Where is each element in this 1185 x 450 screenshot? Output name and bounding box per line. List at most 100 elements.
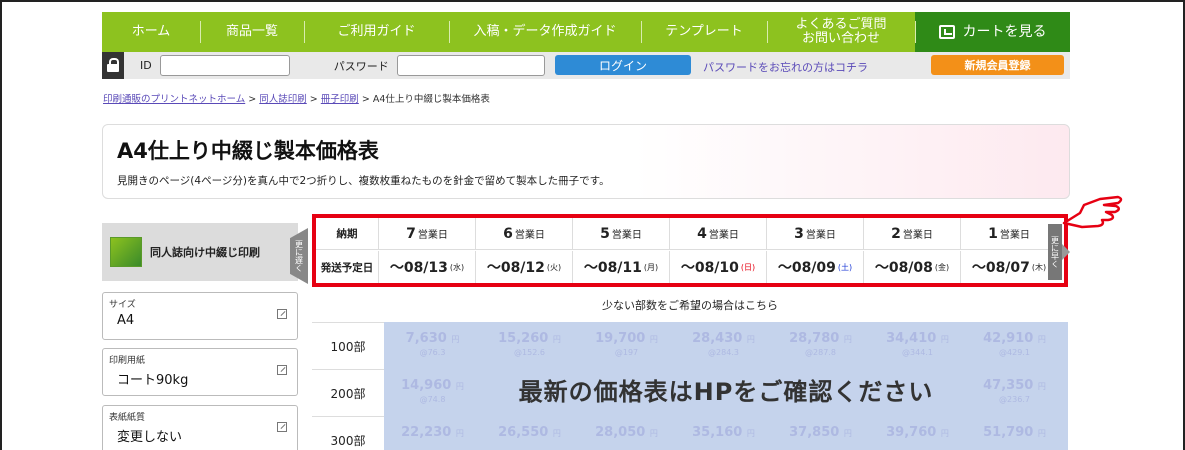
nav-home[interactable]: ホーム [102, 12, 200, 52]
ship-date-cell[interactable]: ～08/13 (水) [378, 251, 475, 283]
title-box: A4仕上り中綴じ製本価格表 見開きのページ(4ページ分)を真ん中で2つ折りし、複… [102, 124, 1070, 199]
login-button[interactable]: ログイン [555, 55, 691, 75]
price-value: 34,410 [886, 331, 937, 346]
ship-date: ～08/09 [777, 260, 836, 276]
password-input[interactable] [396, 55, 545, 76]
small-order-link[interactable]: 少ない部数をご希望の場合はこちら [312, 287, 1068, 322]
price-cell[interactable]: 26,550 円 [481, 416, 578, 450]
ship-weekday: (土) [837, 262, 853, 272]
size-value: A4 [117, 313, 135, 328]
lead-days-unit: 営業日 [611, 230, 642, 241]
price-cell[interactable]: 28,430 円 @284.3 [675, 322, 772, 369]
price-cell[interactable]: 7,630 円 @76.3 [384, 322, 481, 369]
price-cell[interactable]: 39,760 円 [869, 416, 966, 450]
chevron-right-icon[interactable] [1062, 244, 1070, 260]
breadcrumb-booklet[interactable]: 冊子印刷 [321, 94, 359, 105]
price-cell[interactable]: 22,230 円 [384, 416, 481, 450]
price-cell[interactable]: 37,850 円 [772, 416, 869, 450]
sidebar-header: 同人誌向け中綴じ印刷 [102, 223, 298, 281]
pointing-hand-icon [1062, 195, 1123, 229]
booklet-icon [110, 237, 142, 267]
paper-value: コート90kg [117, 373, 189, 388]
ship-date-cell[interactable]: ～08/08 (金) [863, 251, 960, 283]
breadcrumb-sep: > [248, 94, 257, 105]
lead-days-unit: 営業日 [514, 230, 545, 241]
breadcrumb-home[interactable]: 印刷通販のプリントネットホーム [103, 94, 245, 105]
price-cell[interactable]: 42,910 円 @429.1 [966, 322, 1063, 369]
lead-days-cell[interactable]: 4 営業日 [669, 218, 766, 249]
price-cell[interactable]: 28,050 円 [578, 416, 675, 450]
nav-template[interactable]: テンプレート [641, 12, 767, 52]
nav-data-guide[interactable]: 入稿・データ作成ガイド [449, 12, 641, 52]
breadcrumb-sep: > [309, 94, 318, 105]
yen-unit: 円 [552, 335, 561, 344]
lead-days-number: 4 [697, 225, 707, 242]
lead-days-cell[interactable]: 2 営業日 [863, 218, 960, 249]
nav-products[interactable]: 商品一覧 [200, 12, 304, 52]
unit-price: @197 [614, 348, 639, 357]
ship-date: ～08/07 [971, 260, 1030, 276]
price-value: 37,850 [789, 425, 840, 440]
id-input[interactable] [159, 55, 290, 76]
lead-days-cell[interactable]: 3 営業日 [766, 218, 863, 249]
ship-date: ～08/13 [389, 260, 448, 276]
cover-paper-value: 変更しない [117, 430, 183, 445]
nav-faq-contact[interactable]: よくあるご質問 お問い合わせ [767, 12, 915, 52]
cart-button[interactable]: カートを見る [915, 12, 1070, 52]
ship-date-cell[interactable]: ～08/12 (火) [475, 251, 572, 283]
lead-days-cell[interactable]: 1 営業日 [960, 218, 1057, 249]
qty-200: 200部 [312, 369, 384, 416]
size-select[interactable]: サイズ A4 [102, 292, 298, 340]
ship-weekday: (月) [643, 262, 659, 272]
ship-date-cell[interactable]: ～08/10 (日) [669, 251, 766, 283]
lead-days-cell[interactable]: 6 営業日 [475, 218, 572, 249]
nav-guide[interactable]: ご利用ガイド [304, 12, 449, 52]
yen-unit: 円 [940, 335, 949, 344]
breadcrumb-doujin[interactable]: 同人誌印刷 [259, 94, 307, 105]
lead-time-row: 納期 7 営業日 6 営業日 5 営業日 4 営業日 3 営業日 2 営業日 1 営業日 [316, 218, 1064, 250]
register-button[interactable]: 新規会員登録 [931, 55, 1064, 75]
lead-days-unit: 営業日 [902, 230, 933, 241]
lead-days-number: 6 [503, 225, 513, 242]
lead-days-unit: 営業日 [999, 230, 1030, 241]
price-row: 22,230 円 26,550 円 28,050 円 35,160 円 37,850 円… [384, 416, 1068, 450]
price-value: 35,160 [692, 425, 743, 440]
unit-price: @429.1 [999, 348, 1030, 357]
lead-days-number: 2 [891, 225, 901, 242]
forgot-password-link[interactable]: パスワードをお忘れの方はコチラ [703, 59, 868, 75]
edit-icon [277, 422, 287, 432]
qty-100: 100部 [312, 322, 384, 369]
ship-date: ～08/10 [680, 260, 739, 276]
price-cell[interactable]: 34,410 円 @344.1 [869, 322, 966, 369]
login-bar: ID パスワード ログイン パスワードをお忘れの方はコチラ 新規会員登録 [102, 52, 1070, 79]
id-label: ID [140, 59, 152, 72]
password-label: パスワード [333, 59, 389, 73]
price-cell[interactable]: 19,700 円 @197 [578, 322, 675, 369]
yen-unit: 円 [843, 335, 852, 344]
ship-date: ～08/11 [583, 260, 642, 276]
price-value: 15,260 [498, 331, 549, 346]
price-cell[interactable]: 28,780 円 @287.8 [772, 322, 869, 369]
paper-select[interactable]: 印刷用紙 コート90kg [102, 348, 298, 396]
price-value: 39,760 [886, 425, 937, 440]
cover-paper-select[interactable]: 表紙紙質 変更しない [102, 405, 298, 450]
price-cell[interactable]: 15,260 円 @152.6 [481, 322, 578, 369]
yen-unit: 円 [1037, 335, 1046, 344]
ship-date-cell[interactable]: ～08/09 (土) [766, 251, 863, 283]
price-value: 22,230 [401, 425, 452, 440]
yen-unit: 円 [940, 429, 949, 438]
ship-date-cell[interactable]: ～08/11 (月) [572, 251, 669, 283]
ship-date-cell[interactable]: ～08/07 (木) [960, 251, 1057, 283]
lead-days-cell[interactable]: 5 営業日 [572, 218, 669, 249]
cover-paper-label: 表紙紙質 [109, 413, 146, 423]
price-cell[interactable]: 35,160 円 [675, 416, 772, 450]
price-cell[interactable]: 51,790 円 [966, 416, 1063, 450]
price-grid: 22,230 円 26,550 円 28,050 円 35,160 円 37,850 円… [384, 322, 1068, 450]
cart-icon [938, 25, 955, 39]
price-value: 28,780 [789, 331, 840, 346]
yen-unit: 円 [455, 429, 464, 438]
yen-unit: 円 [746, 335, 755, 344]
breadcrumb-sep: > [361, 94, 370, 105]
lead-days-cell[interactable]: 7 営業日 [378, 218, 475, 249]
price-value: 28,050 [595, 425, 646, 440]
